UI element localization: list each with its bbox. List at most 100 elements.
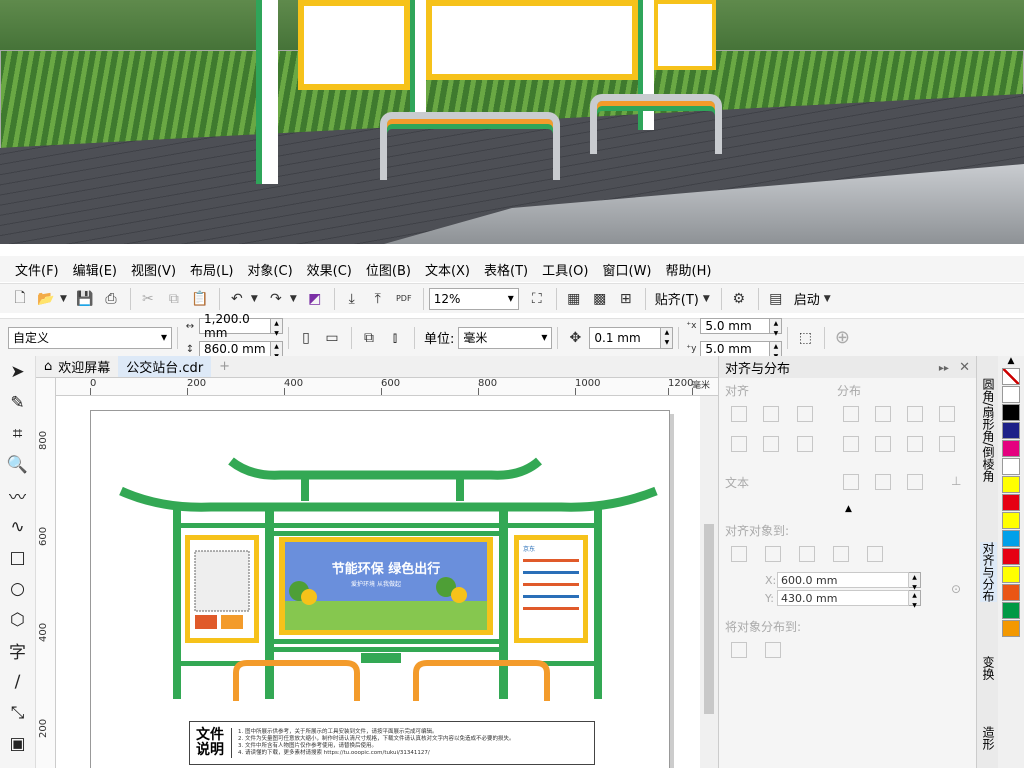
save-icon[interactable]: 💾 <box>73 288 97 310</box>
menu-bitmap[interactable]: 位图(B) <box>359 260 418 279</box>
publish-pdf-icon[interactable]: PDF <box>392 288 416 310</box>
rectangle-tool-icon[interactable]: □ <box>0 542 35 573</box>
outline-icon[interactable]: ⊥ <box>951 474 967 490</box>
artistic-media-tool-icon[interactable]: ∿ <box>0 511 35 542</box>
pick-tool-icon[interactable]: ➤ <box>0 356 35 387</box>
drop-shadow-tool-icon[interactable]: ▣ <box>0 728 35 759</box>
text-last-baseline-icon[interactable] <box>875 474 891 490</box>
close-icon[interactable]: ✕ <box>959 360 970 375</box>
color-swatch[interactable] <box>1002 422 1020 439</box>
x-position-input[interactable]: 600.0 mm <box>777 572 909 588</box>
import-icon[interactable]: ⤓ <box>340 288 364 310</box>
add-preset-icon[interactable]: ⊕ <box>830 327 854 349</box>
tab-transform[interactable]: 变换 <box>980 656 997 680</box>
bus-stop-artwork[interactable]: 节能环保 绿色出行 爱护环境 从我做起 京东 <box>91 411 671 768</box>
color-swatch[interactable] <box>1002 548 1020 565</box>
width-spinner[interactable]: ▲ ▼ <box>271 318 283 337</box>
align-top-icon[interactable] <box>731 436 747 452</box>
show-rulers-icon[interactable]: ▦ <box>562 288 586 310</box>
zoom-level-select[interactable]: 12% <box>428 287 519 310</box>
crop-tool-icon[interactable]: ⌗ <box>0 418 35 449</box>
distribute-to-selection-icon[interactable] <box>731 642 747 658</box>
color-swatch[interactable] <box>1002 602 1020 619</box>
palette-scroll-up-icon[interactable]: ▲ <box>998 356 1024 368</box>
distribute-center-v-icon[interactable] <box>875 436 891 452</box>
align-center-v-icon[interactable] <box>763 436 779 452</box>
page-size-preset-select[interactable]: 自定义 <box>8 326 172 349</box>
menu-window[interactable]: 窗口(W) <box>596 260 659 279</box>
parallel-dimension-tool-icon[interactable]: ∕ <box>0 666 35 697</box>
dup-x-spinner[interactable]: ▲ ▼ <box>770 318 783 337</box>
color-swatch[interactable] <box>1002 458 1020 475</box>
menu-text[interactable]: 文本(X) <box>418 260 477 279</box>
units-select[interactable]: 毫米 <box>458 326 553 349</box>
align-right-icon[interactable] <box>797 406 813 422</box>
open-folder-icon[interactable]: 📂 <box>34 288 58 310</box>
chevron-down-icon[interactable]: ▼ <box>60 294 67 304</box>
duplicate-distance-x-input[interactable]: 5.0 mm <box>700 318 771 334</box>
distribute-spacing-v-icon[interactable] <box>907 436 923 452</box>
treat-as-filled-icon[interactable]: ⬚ <box>793 327 817 349</box>
menu-file[interactable]: 文件(F) <box>8 260 66 279</box>
distribute-top-icon[interactable] <box>843 436 859 452</box>
text-tool-icon[interactable]: 字 <box>0 635 35 666</box>
tab-align-distribute[interactable]: 对齐与分布 <box>980 542 997 602</box>
chevron-down-icon[interactable]: ▼ <box>290 294 297 304</box>
color-swatch[interactable] <box>1002 440 1020 457</box>
ellipse-tool-icon[interactable]: ○ <box>0 573 35 604</box>
distribute-bottom-icon[interactable] <box>939 436 955 452</box>
polygon-tool-icon[interactable]: ⬡ <box>0 604 35 635</box>
snap-to-dropdown[interactable]: 贴齐(T) <box>655 289 699 308</box>
copy-icon[interactable]: ⧉ <box>162 288 186 310</box>
distribute-right-icon[interactable] <box>939 406 955 422</box>
nudge-distance-input[interactable]: 0.1 mm <box>589 326 662 349</box>
y-spinner[interactable]: ▲ ▼ <box>909 590 921 609</box>
page-width-input[interactable]: 1,200.0 mm <box>199 312 271 340</box>
active-objects-icon[interactable] <box>731 546 747 562</box>
tab-bus-stop-document[interactable]: 公交站台.cdr <box>118 356 212 377</box>
document-page[interactable]: 节能环保 绿色出行 爱护环境 从我做起 京东 文件说明 1. 图中所展示供参考，… <box>90 410 670 768</box>
chevron-down-icon[interactable]: ▼ <box>703 294 710 304</box>
color-swatch[interactable] <box>1002 404 1020 421</box>
menu-view[interactable]: 视图(V) <box>124 260 183 279</box>
distribute-spacing-h-icon[interactable] <box>907 406 923 422</box>
y-position-input[interactable]: 430.0 mm <box>777 590 909 606</box>
redo-icon[interactable]: ↷ <box>264 288 288 310</box>
tab-shaping[interactable]: 造形 <box>980 726 997 750</box>
cut-icon[interactable]: ✂ <box>136 288 160 310</box>
color-swatch[interactable] <box>1002 476 1020 493</box>
color-swatch[interactable] <box>1002 530 1020 547</box>
align-center-h-icon[interactable] <box>763 406 779 422</box>
x-spinner[interactable]: ▲ ▼ <box>909 572 921 591</box>
specified-point-icon[interactable] <box>867 546 883 562</box>
align-left-icon[interactable] <box>731 406 747 422</box>
nudge-spinner[interactable]: ▲ ▼ <box>661 326 674 349</box>
paste-icon[interactable]: 📋 <box>188 288 212 310</box>
page-height-input[interactable]: 860.0 mm <box>199 341 271 357</box>
distribute-to-page-icon[interactable] <box>765 642 781 658</box>
show-guidelines-icon[interactable]: ⊞ <box>614 288 638 310</box>
drawing-canvas[interactable]: 节能环保 绿色出行 爱护环境 从我做起 京东 文件说明 1. 图中所展示供参考，… <box>56 396 700 768</box>
menu-tools[interactable]: 工具(O) <box>535 260 595 279</box>
current-page-icon[interactable]: ⫾ <box>383 327 407 349</box>
file-notes-box[interactable]: 文件说明 1. 图中所展示供参考，关于所展示的工具安装到文件，请按平面展示完成可… <box>189 721 595 765</box>
color-swatch[interactable] <box>1002 494 1020 511</box>
portrait-icon[interactable]: ▯ <box>294 327 318 349</box>
page-center-icon[interactable] <box>799 546 815 562</box>
distribute-center-h-icon[interactable] <box>875 406 891 422</box>
grid-icon[interactable] <box>833 546 849 562</box>
menu-edit[interactable]: 编辑(E) <box>66 260 124 279</box>
docker-collapse-icon[interactable]: ▸▸ <box>939 363 949 374</box>
vertical-ruler[interactable]: 800 600 400 200 <box>36 378 56 768</box>
pick-point-icon[interactable]: ⊙ <box>951 582 961 596</box>
new-tab-button[interactable]: + <box>211 356 238 377</box>
export-icon[interactable]: ⤒ <box>366 288 390 310</box>
color-swatch[interactable] <box>1002 584 1020 601</box>
horizontal-ruler[interactable]: 0 200 400 600 800 1000 1200 毫米 <box>56 378 718 396</box>
text-bounding-box-icon[interactable] <box>907 474 923 490</box>
chevron-down-icon[interactable]: ▼ <box>824 294 831 304</box>
show-grid-icon[interactable]: ▩ <box>588 288 612 310</box>
section-collapse-icon[interactable]: ▲ <box>845 504 852 514</box>
launch-label[interactable]: 启动 <box>794 289 820 308</box>
menu-layout[interactable]: 布局(L) <box>183 260 240 279</box>
